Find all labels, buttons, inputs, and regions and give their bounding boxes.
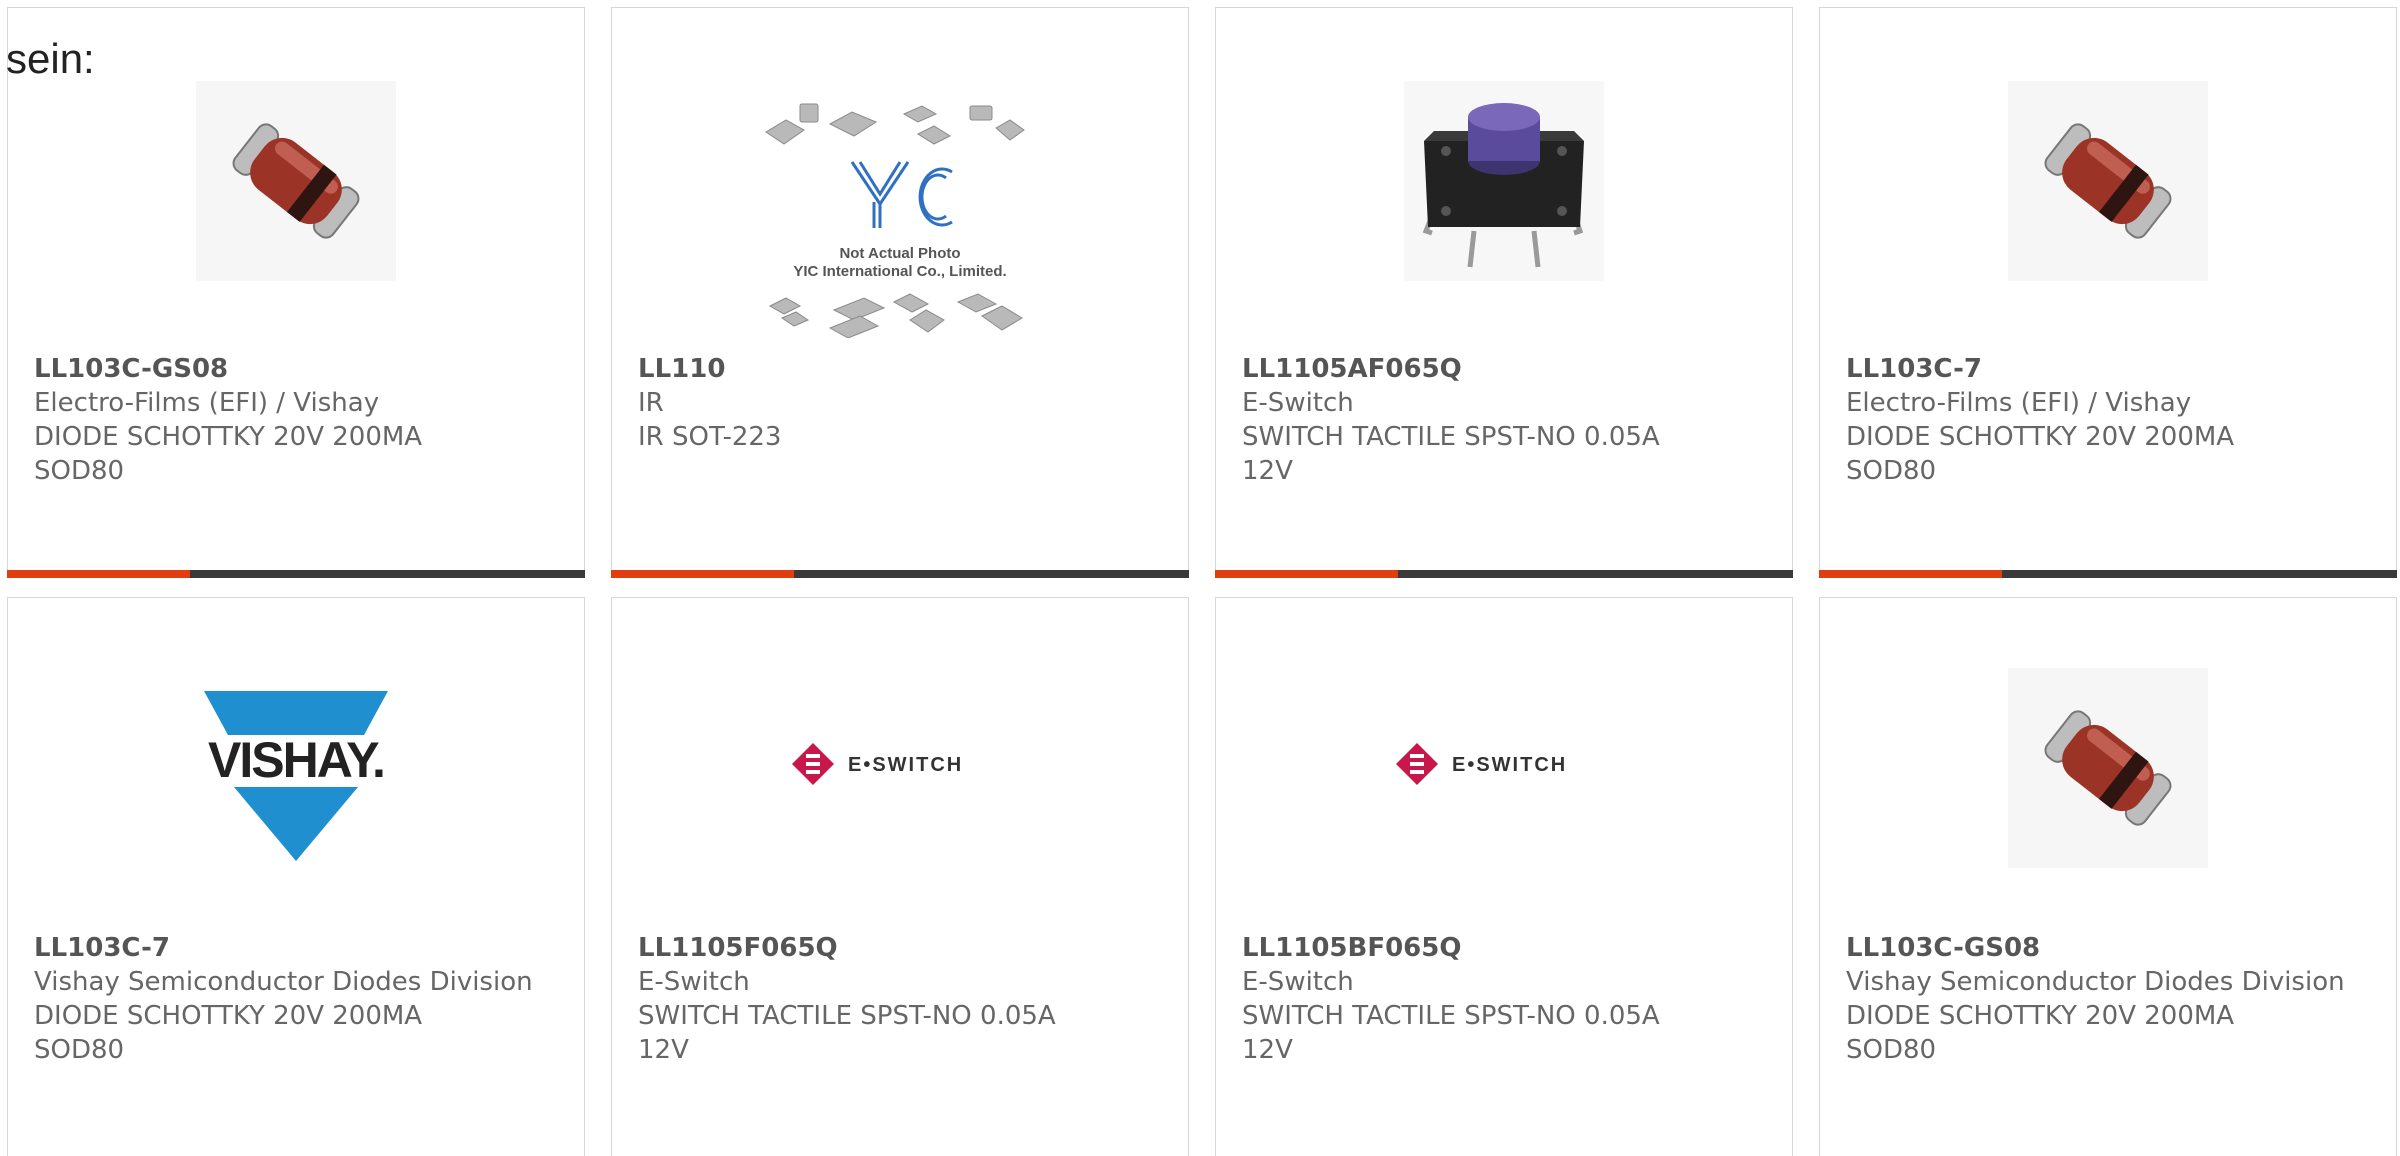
manufacturer-name: Vishay Semiconductor Diodes Division (1846, 967, 2345, 997)
manufacturer-name: E-Switch (638, 967, 750, 997)
product-description: DIODE SCHOTTKY 20V 200MA SOD80 (34, 1001, 423, 1065)
manufacturer-name: IR (638, 388, 664, 418)
e-switch-logo-icon[interactable]: E•SWITCH (1394, 741, 1614, 787)
product-description: IR SOT-223 (638, 422, 782, 452)
product-description: SWITCH TACTILE SPST-NO 0.05A 12V (1242, 1001, 1660, 1065)
e-switch-logo-text: E•SWITCH (1452, 754, 1567, 776)
manufacturer-name: E-Switch (1242, 967, 1354, 997)
card-footer-bar (7, 570, 585, 578)
part-number[interactable]: LL103C-7 (34, 931, 564, 965)
tactile-switch-photo-icon[interactable] (1404, 81, 1604, 281)
card-footer-accent (611, 570, 794, 578)
card-footer-accent (7, 570, 190, 578)
product-card[interactable]: LL103C-7 Electro-Films (EFI) / Vishay DI… (1819, 7, 2397, 578)
diode-photo-icon[interactable] (2008, 668, 2208, 868)
part-number[interactable]: LL103C-GS08 (34, 352, 564, 386)
product-card[interactable]: LL103C-GS08 Electro-Films (EFI) / Vishay… (7, 7, 585, 578)
product-description: DIODE SCHOTTKY 20V 200MA SOD80 (1846, 1001, 2235, 1065)
part-number[interactable]: LL1105BF065Q (1242, 931, 1772, 965)
product-description: DIODE SCHOTTKY 20V 200MA SOD80 (34, 422, 423, 486)
part-number[interactable]: LL103C-GS08 (1846, 931, 2376, 965)
card-footer-bar (611, 570, 1189, 578)
product-description: DIODE SCHOTTKY 20V 200MA SOD80 (1846, 422, 2235, 486)
part-number[interactable]: LL110 (638, 352, 1168, 386)
product-card[interactable]: E•SWITCH LL1105F065Q E-Switch SWITCH TAC… (611, 597, 1189, 1156)
intro-text: sein: (6, 35, 95, 82)
manufacturer-name: Electro-Films (EFI) / Vishay (34, 388, 380, 418)
manufacturer-name: Electro-Films (EFI) / Vishay (1846, 388, 2192, 418)
product-card[interactable]: Not Actual Photo YIC International Co., … (611, 7, 1189, 578)
card-footer-bar (1215, 570, 1793, 578)
part-number[interactable]: LL1105AF065Q (1242, 352, 1772, 386)
vishay-logo-text: VISHAY. (208, 732, 384, 788)
vishay-logo-icon[interactable]: VISHAY. (196, 676, 396, 876)
card-footer-accent (1819, 570, 2002, 578)
product-description: SWITCH TACTILE SPST-NO 0.05A 12V (638, 1001, 1056, 1065)
product-card[interactable]: E•SWITCH LL1105BF065Q E-Switch SWITCH TA… (1215, 597, 1793, 1156)
product-card[interactable]: VISHAY. LL103C-7 Vishay Semiconductor Di… (7, 597, 585, 1156)
product-card[interactable]: LL1105AF065Q E-Switch SWITCH TACTILE SPS… (1215, 7, 1793, 578)
manufacturer-name: E-Switch (1242, 388, 1354, 418)
part-number[interactable]: LL1105F065Q (638, 931, 1168, 965)
product-description: SWITCH TACTILE SPST-NO 0.05A 12V (1242, 422, 1660, 486)
placeholder-caption-2: YIC International Co., Limited. (793, 263, 1006, 280)
product-card[interactable]: LL103C-GS08 Vishay Semiconductor Diodes … (1819, 597, 2397, 1156)
manufacturer-name: Vishay Semiconductor Diodes Division (34, 967, 533, 997)
part-number[interactable]: LL103C-7 (1846, 352, 2376, 386)
e-switch-logo-text: E•SWITCH (848, 754, 963, 776)
placeholder-caption-1: Not Actual Photo (839, 245, 960, 262)
diode-photo-icon[interactable] (2008, 81, 2208, 281)
yic-placeholder-icon[interactable]: Not Actual Photo YIC International Co., … (760, 98, 1040, 338)
card-footer-accent (1215, 570, 1398, 578)
diode-photo-icon[interactable] (196, 81, 396, 281)
card-footer-bar (1819, 570, 2397, 578)
e-switch-logo-icon[interactable]: E•SWITCH (790, 741, 1010, 787)
